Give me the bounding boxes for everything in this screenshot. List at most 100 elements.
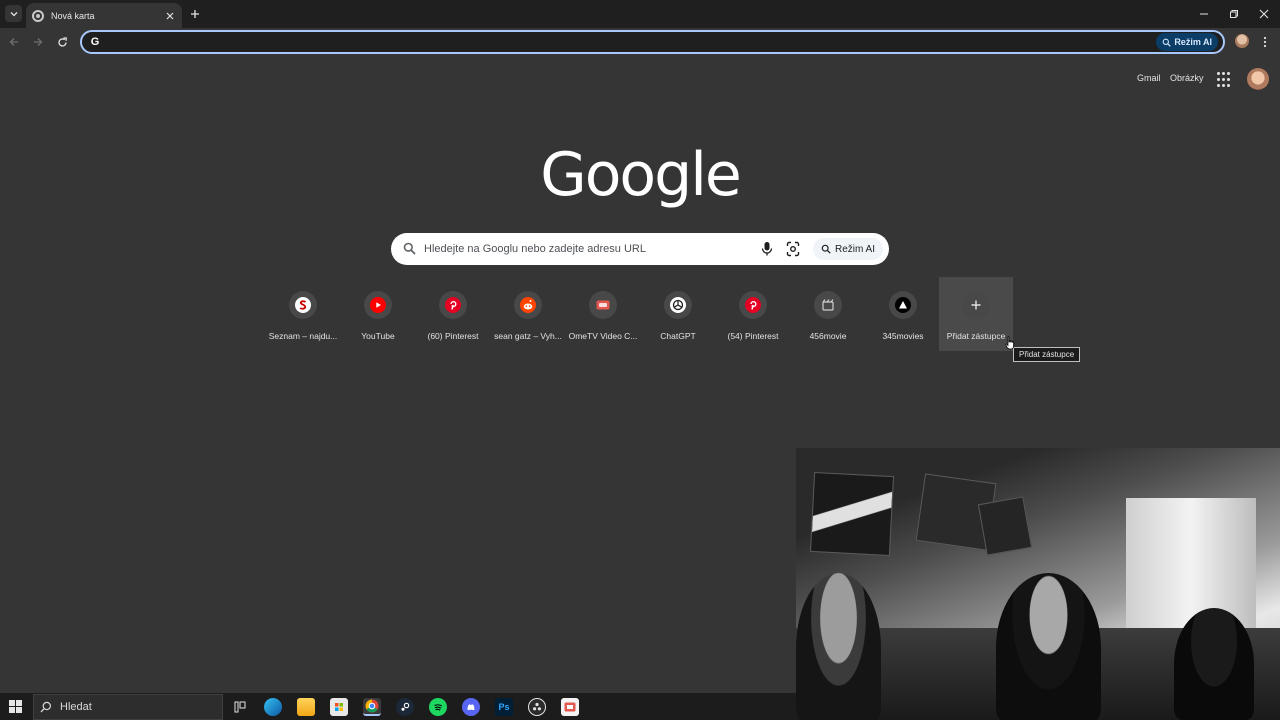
- ai-mode-label: Režim AI: [835, 243, 876, 255]
- chevron-down-icon: [10, 11, 17, 16]
- new-tab-button[interactable]: [187, 6, 203, 22]
- triangle-icon: [895, 297, 911, 313]
- close-icon: [1259, 9, 1269, 19]
- tab-close-icon[interactable]: [164, 10, 176, 22]
- shortcut-icon-wrap: [962, 291, 990, 319]
- microphone-icon[interactable]: [760, 241, 774, 257]
- restore-button[interactable]: [1219, 0, 1249, 28]
- google-apps-icon[interactable]: [1217, 72, 1233, 88]
- google-logo: Google: [540, 140, 742, 210]
- person-partial: [1174, 608, 1254, 720]
- shortcut-ometv[interactable]: OmeTV Video C...: [566, 277, 640, 351]
- browser-toolbar: G Režim AI: [0, 28, 1280, 56]
- images-link[interactable]: Obrázky: [1170, 73, 1204, 83]
- poster-image: [977, 496, 1033, 556]
- tab-strip: Nová karta: [0, 0, 1280, 28]
- shortcut-icon-wrap: [289, 291, 317, 319]
- shortcut-seznam[interactable]: Seznam – najdu...: [266, 277, 340, 351]
- shortcut-pinterest-60[interactable]: (60) Pinterest: [416, 277, 490, 351]
- webcam-overlay: [796, 448, 1280, 720]
- steam-icon[interactable]: [396, 698, 414, 716]
- shortcut-icon-wrap: [664, 291, 692, 319]
- account-avatar[interactable]: [1247, 68, 1269, 90]
- edge-icon[interactable]: [264, 698, 282, 716]
- shortcut-label: 345movies: [882, 331, 924, 341]
- shortcut-icon-wrap: [514, 291, 542, 319]
- shortcut-label: ChatGPT: [660, 331, 696, 341]
- ai-search-icon: [1162, 38, 1172, 47]
- shortcut-456movie[interactable]: 456movie: [791, 277, 865, 351]
- close-window-button[interactable]: [1249, 0, 1279, 28]
- photoshop-icon[interactable]: Ps: [495, 698, 513, 716]
- shortcut-youtube[interactable]: YouTube: [341, 277, 415, 351]
- reload-icon: [57, 36, 67, 47]
- taskbar-search-label: Hledat: [60, 701, 92, 713]
- shortcut-reddit[interactable]: sean gatz – Vyh...: [491, 277, 565, 351]
- plus-icon: [191, 10, 199, 18]
- tab-search-button[interactable]: [5, 5, 22, 22]
- store-icon[interactable]: [330, 698, 348, 716]
- tab-new-tab[interactable]: Nová karta: [26, 3, 182, 28]
- arrow-left-icon: [9, 38, 18, 46]
- pinterest-icon: [445, 297, 461, 313]
- omnibox-ai-mode-button[interactable]: Režim AI: [1156, 33, 1218, 51]
- person-right: [996, 573, 1101, 720]
- shortcut-345movies[interactable]: 345movies: [866, 277, 940, 351]
- shortcut-label: 456movie: [809, 331, 847, 341]
- shortcut-label: YouTube: [361, 331, 395, 341]
- shortcut-label: (54) Pinterest: [727, 331, 779, 341]
- shortcut-icon-wrap: [589, 291, 617, 319]
- ai-search-icon: [821, 244, 831, 254]
- windows-taskbar: Hledat Ps: [0, 693, 796, 720]
- chrome-icon[interactable]: [363, 698, 381, 716]
- omnibox-ai-mode-label: Režim AI: [1174, 37, 1212, 47]
- shortcut-icon-wrap: [439, 291, 467, 319]
- ai-mode-button[interactable]: Režim AI: [813, 238, 884, 260]
- shortcut-icon-wrap: [739, 291, 767, 319]
- shortcut-pinterest-54[interactable]: (54) Pinterest: [716, 277, 790, 351]
- google-lens-icon[interactable]: [786, 241, 800, 257]
- obs-icon[interactable]: [528, 698, 546, 716]
- forward-button[interactable]: [30, 34, 46, 50]
- ometv-icon: [596, 300, 610, 310]
- windows-start-icon[interactable]: [9, 700, 22, 713]
- shortcut-chatgpt[interactable]: ChatGPT: [641, 277, 715, 351]
- gmail-link[interactable]: Gmail: [1137, 73, 1161, 83]
- back-button[interactable]: [6, 34, 22, 50]
- ometv-icon[interactable]: [561, 698, 579, 716]
- file-explorer-icon[interactable]: [297, 698, 315, 716]
- restore-icon: [1230, 10, 1238, 18]
- arrow-right-icon: [34, 38, 43, 46]
- chatgpt-icon: [670, 297, 686, 313]
- shortcut-label: OmeTV Video C...: [568, 331, 638, 341]
- shortcut-label: Seznam – najdu...: [268, 331, 338, 341]
- address-input[interactable]: [108, 34, 1158, 50]
- address-bar[interactable]: G Režim AI: [80, 30, 1225, 54]
- task-view-icon[interactable]: [231, 698, 249, 716]
- seznam-icon: [295, 297, 311, 313]
- taskbar-search[interactable]: Hledat: [33, 694, 223, 720]
- browser-menu-button[interactable]: [1258, 34, 1272, 50]
- youtube-icon: [370, 297, 386, 313]
- plus-icon: [971, 300, 981, 310]
- add-shortcut-button[interactable]: Přidat zástupce: [939, 277, 1013, 351]
- add-shortcut-tooltip: Přidat zástupce: [1013, 347, 1081, 362]
- profile-avatar[interactable]: [1235, 34, 1249, 48]
- search-icon: [40, 701, 52, 713]
- shortcut-label: (60) Pinterest: [427, 331, 479, 341]
- tab-title: Nová karta: [51, 10, 95, 21]
- discord-icon[interactable]: [462, 698, 480, 716]
- reload-button[interactable]: [54, 34, 70, 50]
- poster-image: [809, 471, 895, 557]
- hand-cursor-icon: [1005, 336, 1014, 350]
- spotify-icon[interactable]: [429, 698, 447, 716]
- chrome-favicon-icon: [32, 9, 44, 22]
- shortcut-label: Přidat zástupce: [946, 331, 1006, 341]
- minimize-button[interactable]: [1189, 0, 1219, 28]
- shortcut-label: sean gatz – Vyh...: [494, 331, 562, 341]
- shortcut-icon-wrap: [889, 291, 917, 319]
- search-input[interactable]: [424, 241, 744, 257]
- reddit-icon: [520, 297, 536, 313]
- shortcuts-grid: Seznam – najdu... YouTube (60) Pinterest…: [266, 277, 1016, 351]
- shortcut-icon-wrap: [814, 291, 842, 319]
